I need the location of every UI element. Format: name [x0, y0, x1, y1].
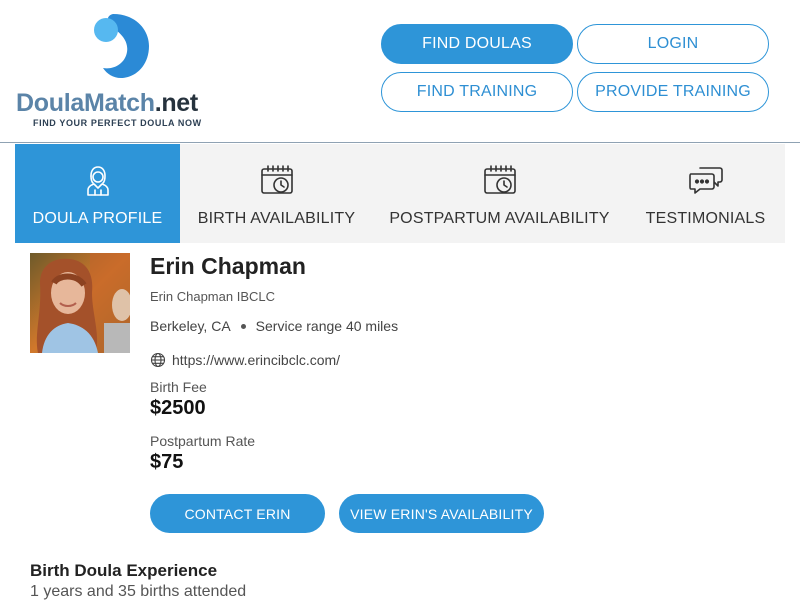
- site-logo[interactable]: DoulaMatch.net FIND YOUR PERFECT DOULA N…: [16, 10, 226, 135]
- find-doulas-button[interactable]: FIND DOULAS: [381, 24, 573, 64]
- website-link[interactable]: https://www.erincibclc.com/: [172, 352, 340, 368]
- tab-testimonials[interactable]: TESTIMONIALS: [626, 144, 785, 243]
- view-availability-button[interactable]: VIEW ERIN'S AVAILABILITY: [339, 494, 544, 533]
- postpartum-rate-label: Postpartum Rate: [150, 433, 256, 449]
- provide-training-button[interactable]: PROVIDE TRAINING: [577, 72, 769, 112]
- tab-doula-profile[interactable]: DOULA PROFILE: [15, 144, 180, 243]
- separator-dot: [240, 323, 246, 329]
- experience-text: 1 years and 35 births attended: [30, 583, 247, 600]
- experience-title: Birth Doula Experience: [30, 561, 218, 580]
- logo-word-net: .net: [154, 89, 199, 117]
- find-training-button[interactable]: FIND TRAINING: [381, 72, 573, 112]
- calendar-clock-icon: [260, 165, 293, 194]
- logo-mark-icon: [94, 14, 149, 78]
- doula-location: Berkeley, CA: [150, 318, 231, 334]
- site-header: DoulaMatch.net FIND YOUR PERFECT DOULA N…: [0, 0, 800, 143]
- logo-tagline: FIND YOUR PERFECT DOULA NOW: [33, 118, 202, 128]
- doula-photo-image: [30, 253, 130, 353]
- globe-icon: [150, 352, 166, 368]
- tab-label: TESTIMONIALS: [645, 210, 766, 227]
- doula-photo: [30, 253, 130, 353]
- logo-word-doula: Doula: [16, 89, 84, 117]
- login-button[interactable]: LOGIN: [577, 24, 769, 64]
- tab-birth-availability[interactable]: BIRTH AVAILABILITY: [180, 144, 373, 243]
- tab-postpartum-availability[interactable]: POSTPARTUM AVAILABILITY: [373, 144, 626, 243]
- birth-fee-value: $2500: [150, 397, 206, 419]
- birth-fee-label: Birth Fee: [150, 379, 207, 395]
- calendar-clock-icon: [483, 165, 516, 194]
- website-line: https://www.erincibclc.com/: [150, 352, 340, 368]
- service-range: Service range 40 miles: [255, 318, 399, 334]
- postpartum-rate-value: $75: [150, 451, 184, 473]
- doula-person-icon: [86, 166, 109, 196]
- doula-credential: Erin Chapman IBCLC: [150, 289, 275, 304]
- profile-tabs: DOULA PROFILE BIRTH AVAILABILITY POSTPAR…: [15, 144, 785, 243]
- tab-label: DOULA PROFILE: [32, 210, 163, 227]
- location-line: Berkeley, CA Service range 40 miles: [150, 318, 398, 334]
- tab-label: POSTPARTUM AVAILABILITY: [389, 210, 610, 227]
- doula-name: Erin Chapman: [150, 253, 306, 279]
- logo-word-match: Match: [83, 89, 155, 117]
- contact-button[interactable]: CONTACT ERIN: [150, 494, 325, 533]
- tab-label: BIRTH AVAILABILITY: [197, 210, 356, 227]
- chat-bubbles-icon: [688, 167, 723, 194]
- logo-wordmark: DoulaMatch.net: [16, 89, 198, 118]
